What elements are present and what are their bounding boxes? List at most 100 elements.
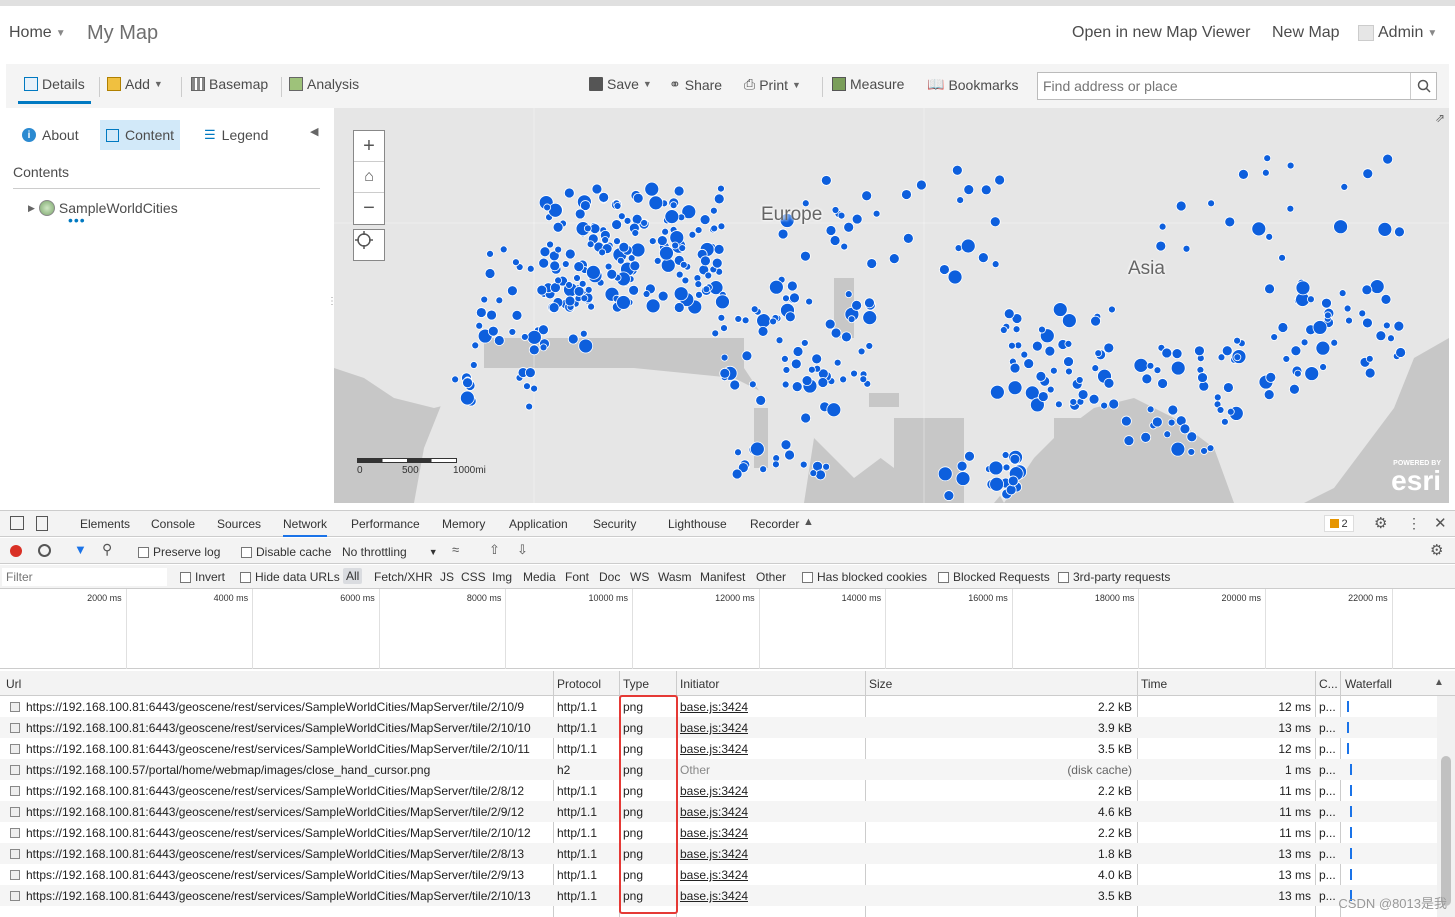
city-point[interactable]: [1346, 317, 1353, 324]
city-point[interactable]: [714, 194, 724, 204]
city-point[interactable]: [964, 185, 974, 195]
city-point[interactable]: [1264, 155, 1271, 162]
cell-initiator[interactable]: base.js:3424: [680, 700, 748, 714]
city-point[interactable]: [555, 277, 562, 284]
city-point[interactable]: [1396, 347, 1406, 357]
city-point[interactable]: [549, 303, 559, 313]
city-point[interactable]: [782, 295, 789, 302]
city-point[interactable]: [630, 261, 640, 271]
city-point[interactable]: [1365, 368, 1375, 378]
city-point[interactable]: [957, 461, 967, 471]
column-cache[interactable]: C...: [1319, 677, 1338, 691]
city-point[interactable]: [1008, 476, 1018, 486]
home-menu[interactable]: Home▼: [9, 24, 66, 42]
inspect-icon[interactable]: [10, 516, 24, 530]
city-point[interactable]: [948, 270, 962, 284]
city-point[interactable]: [1070, 398, 1077, 405]
city-point[interactable]: [703, 286, 710, 293]
city-point[interactable]: [689, 231, 696, 238]
city-point[interactable]: [1171, 442, 1185, 456]
city-point[interactable]: [760, 466, 767, 473]
type-filter-doc[interactable]: Doc: [599, 570, 620, 584]
city-point[interactable]: [568, 334, 578, 344]
city-point[interactable]: [791, 359, 801, 369]
expand-icon[interactable]: ▶: [28, 203, 35, 214]
city-point[interactable]: [750, 442, 764, 456]
city-point[interactable]: [757, 314, 771, 328]
city-point[interactable]: [476, 322, 483, 329]
third-party-checkbox[interactable]: 3rd-party requests: [1058, 570, 1170, 584]
zoom-in-button[interactable]: +: [354, 131, 384, 162]
tab-sources[interactable]: Sources: [217, 517, 261, 531]
city-point[interactable]: [749, 381, 756, 388]
city-point[interactable]: [705, 272, 712, 279]
city-point[interactable]: [602, 237, 609, 244]
tab-recorder[interactable]: Recorder: [750, 517, 799, 531]
city-point[interactable]: [695, 281, 702, 288]
table-row[interactable]: https://192.168.100.81:6443/geoscene/res…: [0, 738, 1437, 759]
table-row[interactable]: https://192.168.100.81:6443/geoscene/res…: [0, 801, 1437, 822]
city-point[interactable]: [527, 265, 534, 272]
cell-initiator[interactable]: base.js:3424: [680, 742, 748, 756]
city-point[interactable]: [657, 236, 667, 246]
locate-button[interactable]: [353, 229, 385, 261]
city-point[interactable]: [1158, 378, 1168, 388]
city-point[interactable]: [1053, 303, 1067, 317]
city-point[interactable]: [679, 245, 686, 252]
city-point[interactable]: [1045, 346, 1055, 356]
city-point[interactable]: [550, 261, 560, 271]
city-point[interactable]: [735, 315, 742, 322]
city-point[interactable]: [758, 326, 768, 336]
type-filter-media[interactable]: Media: [523, 570, 556, 584]
city-point[interactable]: [1024, 359, 1034, 369]
city-point[interactable]: [1171, 361, 1185, 375]
city-point[interactable]: [776, 337, 783, 344]
city-point[interactable]: [742, 317, 749, 324]
city-point[interactable]: [1266, 372, 1276, 382]
city-point[interactable]: [509, 328, 516, 335]
city-point[interactable]: [629, 285, 639, 295]
city-point[interactable]: [512, 259, 519, 266]
table-row[interactable]: https://192.168.100.81:6443/geoscene/res…: [0, 717, 1437, 738]
city-point[interactable]: [710, 207, 717, 214]
city-point[interactable]: [1287, 205, 1294, 212]
city-point[interactable]: [1271, 334, 1278, 341]
city-point[interactable]: [860, 376, 867, 383]
city-point[interactable]: [527, 330, 541, 344]
issues-badge[interactable]: 2: [1324, 515, 1354, 532]
table-row[interactable]: https://192.168.100.81:6443/geoscene/res…: [0, 696, 1437, 717]
city-point[interactable]: [463, 378, 473, 388]
city-point[interactable]: [1047, 386, 1054, 393]
city-point[interactable]: [632, 229, 639, 236]
scroll-thumb[interactable]: [1441, 756, 1451, 906]
city-point[interactable]: [1038, 326, 1045, 333]
city-point[interactable]: [1095, 350, 1102, 357]
city-point[interactable]: [866, 342, 873, 349]
gear-icon[interactable]: ⚙: [1374, 514, 1387, 532]
city-point[interactable]: [1283, 355, 1290, 362]
city-point[interactable]: [944, 491, 954, 501]
layer-item[interactable]: ▶ SampleWorldCities: [28, 200, 178, 216]
city-point[interactable]: [1065, 368, 1072, 375]
city-point[interactable]: [808, 366, 815, 373]
more-options-icon[interactable]: •••: [68, 216, 86, 224]
city-point[interactable]: [751, 306, 758, 313]
city-point[interactable]: [544, 204, 551, 211]
city-point[interactable]: [695, 291, 702, 298]
type-filter-img[interactable]: Img: [492, 570, 512, 584]
city-point[interactable]: [852, 300, 862, 310]
city-point[interactable]: [1238, 169, 1248, 179]
city-point[interactable]: [1194, 346, 1204, 356]
city-point[interactable]: [901, 190, 911, 200]
column-size[interactable]: Size: [869, 677, 892, 691]
city-point[interactable]: [1134, 358, 1148, 372]
city-point[interactable]: [1013, 326, 1020, 333]
cell-initiator[interactable]: base.js:3424: [680, 721, 748, 735]
city-point[interactable]: [990, 477, 1004, 491]
bookmarks-button[interactable]: 📖 Bookmarks: [927, 76, 1018, 93]
type-filter-other[interactable]: Other: [756, 570, 786, 584]
city-point[interactable]: [616, 295, 630, 309]
city-point[interactable]: [735, 449, 742, 456]
city-point[interactable]: [1164, 431, 1171, 438]
city-point[interactable]: [1124, 436, 1134, 446]
